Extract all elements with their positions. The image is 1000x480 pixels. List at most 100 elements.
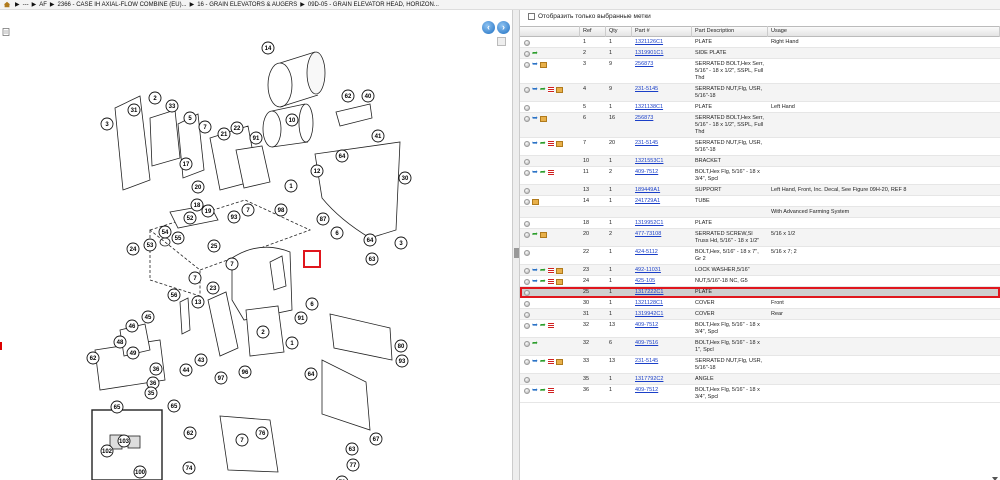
breadcrumb-item-root[interactable]: --- [23,2,29,8]
callout-12[interactable]: 12 [310,164,324,178]
superseded-arrow-icon[interactable]: ➦ [532,340,538,347]
cell-part-link[interactable]: 189449A1 [632,185,692,193]
table-row[interactable]: 22 1 424-5112 BOLT,Hex, 5/16" - 18 x 7", Gr… [520,247,1000,265]
info-circle-icon[interactable] [524,323,530,329]
callout-44[interactable]: 44 [179,363,193,377]
callout-63[interactable]: 63 [365,252,379,266]
info-circle-icon[interactable] [524,51,530,57]
cell-part-link[interactable]: 425-105 [632,276,692,284]
callout-65[interactable]: 65 [167,399,181,413]
replace-arrow-icon[interactable]: ➥ [532,387,538,394]
callout-93[interactable]: 93 [227,210,241,224]
kit-box-icon[interactable] [555,359,563,365]
table-row[interactable]: 10 1 1321553C1 BRACKET [520,156,1000,167]
callout-62[interactable]: 62 [86,351,100,365]
kit-box-icon[interactable] [555,87,563,93]
table-row[interactable]: ➥ ➦ 4 9 231-5145 SERRATED NUT,Flg, USR, 5/16"… [520,84,1000,102]
header-part[interactable]: Part # [632,26,692,37]
info-circle-icon[interactable] [524,377,530,383]
callout-7[interactable]: 7 [198,120,212,134]
exploded-parts-diagram[interactable]: 141062 40412335313 7 2221172091643012118199… [0,30,512,480]
info-circle-icon[interactable] [524,290,530,296]
callout-7[interactable]: 7 [225,257,239,271]
info-circle-icon[interactable] [524,268,530,274]
table-row[interactable]: ➥ ➦ 33 13 231-5145 SERRATED NUT,Flg, USR, 5/1… [520,356,1000,374]
table-row[interactable]: ➥ 3 9 256873 SERRATED BOLT,Hex Serr, 5/16" -… [520,59,1000,84]
cell-part-link[interactable]: 409-7512 [632,167,692,175]
cell-part-link[interactable]: 1317222C1 [632,287,692,295]
breadcrumb-item-model[interactable]: 2366 - CASE IH AXIAL-FLOW COMBINE (EU)..… [58,2,187,8]
table-row[interactable]: 5 1 1321138C1 PLATE Left Hand [520,102,1000,113]
info-circle-icon[interactable] [524,232,530,238]
superseded-arrow-icon[interactable]: ➦ [540,387,546,394]
superseded-arrow-icon[interactable]: ➦ [540,322,546,329]
breadcrumb-item-af[interactable]: AF [39,2,47,8]
replace-arrow-icon[interactable]: ➥ [532,278,538,285]
callout-14[interactable]: 14 [261,41,275,55]
cell-part-link[interactable]: 409-7512 [632,385,692,393]
table-row-selected[interactable]: 25 1 1317222C1 PLATE [520,287,1000,298]
replace-arrow-icon[interactable]: ➥ [532,86,538,93]
info-circle-icon[interactable] [524,188,530,194]
callout-7[interactable]: 7 [188,271,202,285]
table-row[interactable]: ➥ 6 16 256873 SERRATED BOLT,Hex Serr, 5/16" … [520,113,1000,138]
callout-20[interactable]: 20 [191,180,205,194]
kit-box-icon[interactable] [555,279,563,285]
info-circle-icon[interactable] [524,341,530,347]
breadcrumb-item-figure[interactable]: 09D-05 - GRAIN ELEVATOR HEAD, HORIZON... [308,2,439,8]
callout-62[interactable]: 62 [341,89,355,103]
cell-part-link[interactable]: 231-5145 [632,356,692,364]
callout-93[interactable]: 93 [395,354,409,368]
callout-7[interactable]: 7 [241,203,255,217]
callout-40[interactable]: 40 [361,89,375,103]
table-row[interactable]: ➥ ➦ 32 13 409-7512 BOLT,Hex Flg, 5/16" - 18 x… [520,320,1000,338]
cell-part-link[interactable]: 1317792C2 [632,374,692,382]
callout-17[interactable]: 17 [179,157,193,171]
kit-box-icon[interactable] [555,268,563,274]
callout-30[interactable]: 30 [398,171,412,185]
callout-31[interactable]: 31 [127,103,141,117]
info-circle-icon[interactable] [524,40,530,46]
callout-25[interactable]: 25 [207,239,221,253]
replace-arrow-icon[interactable]: ➥ [532,169,538,176]
kit-box-icon[interactable] [532,199,539,205]
info-circle-icon[interactable] [524,105,530,111]
callout-53[interactable]: 53 [143,238,157,252]
table-row[interactable]: 30 1 1321128C1 COVER Front [520,298,1000,309]
callout-33[interactable]: 33 [165,99,179,113]
superseded-arrow-icon[interactable]: ➦ [540,140,546,147]
info-circle-icon[interactable] [524,170,530,176]
superseded-arrow-icon[interactable]: ➦ [540,358,546,365]
info-circle-icon[interactable] [524,301,530,307]
superseded-arrow-icon[interactable]: ➦ [540,86,546,93]
kit-box-icon[interactable] [539,62,547,68]
cell-part-link[interactable]: 1319942C1 [632,309,692,317]
header-qty[interactable]: Qty [606,26,632,37]
notes-list-icon[interactable] [547,388,554,394]
table-row[interactable]: 14 1 241729A1 TUBE [520,196,1000,207]
cell-part-link[interactable]: 241729A1 [632,196,692,204]
callout-1[interactable]: 1 [285,336,299,350]
callout-35[interactable]: 35 [144,386,158,400]
info-circle-icon[interactable] [524,250,530,256]
replace-arrow-icon[interactable]: ➥ [532,358,538,365]
table-row[interactable]: 31 1 1319942C1 COVER Rear [520,309,1000,320]
callout-2[interactable]: 2 [148,91,162,105]
superseded-arrow-icon[interactable]: ➦ [540,278,546,285]
callout-24[interactable]: 24 [126,242,140,256]
filter-selected-toggle[interactable]: Отобразить только выбранные метки [528,13,651,20]
callout-103[interactable]: 103 [117,434,131,448]
table-row[interactable]: ➥ ➦ 7 20 231-5145 SERRATED NUT,Flg, USR, 5/16… [520,138,1000,156]
cell-part-link[interactable]: 231-5145 [632,84,692,92]
table-row[interactable]: ➦ 2 1 1319901C1 SIDE PLATE [520,48,1000,59]
superseded-arrow-icon[interactable]: ➦ [532,231,538,238]
cell-part-link[interactable]: 1321553C1 [632,156,692,164]
filter-checkbox[interactable] [528,13,535,20]
callout-87[interactable]: 87 [316,212,330,226]
callout-7[interactable]: 7 [235,433,249,447]
notes-list-icon[interactable] [547,87,554,93]
notes-list-icon[interactable] [547,170,554,176]
table-row[interactable]: ➥ ➦ 11 2 409-7512 BOLT,Hex Flg, 5/16" - 18 x … [520,167,1000,185]
table-row[interactable]: 13 1 189449A1 SUPPORT Left Hand, Front, Inc.… [520,185,1000,196]
callout-74[interactable]: 74 [182,461,196,475]
